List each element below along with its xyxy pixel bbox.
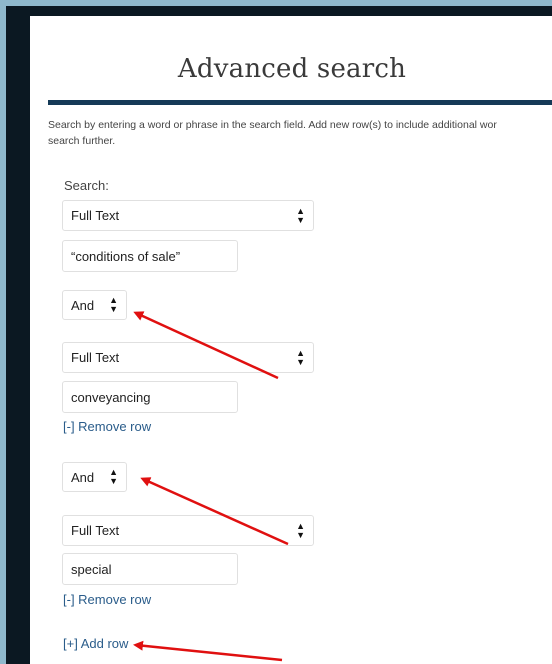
search-term-value: special	[71, 561, 112, 577]
add-row-link[interactable]: [+] Add row	[63, 636, 128, 651]
screenshot-frame: Advanced search Search by entering a wor…	[6, 6, 552, 664]
operator-select-value: And	[71, 469, 95, 485]
remove-row-link-row-3[interactable]: [-] Remove row	[63, 592, 151, 607]
search-term-value: “conditions of sale”	[71, 248, 181, 264]
field-select-row-3[interactable]: Full Text ▲ ▼	[62, 515, 314, 546]
up-down-caret-icon: ▲ ▼	[296, 205, 305, 225]
instructions-line-1: Search by entering a word or phrase in t…	[48, 119, 497, 131]
search-term-input-row-2[interactable]: conveyancing	[62, 381, 238, 413]
instructions-line-2: search further.	[48, 135, 116, 147]
remove-row-link-row-2[interactable]: [-] Remove row	[63, 419, 151, 434]
operator-select-row-2[interactable]: And ▲ ▼	[62, 290, 127, 320]
search-instructions: Search by entering a word or phrase in t…	[48, 117, 552, 149]
up-down-caret-icon: ▲ ▼	[296, 520, 305, 540]
field-select-row-1[interactable]: Full Text ▲ ▼	[62, 200, 314, 231]
up-down-caret-icon: ▲ ▼	[109, 467, 118, 486]
field-select-value: Full Text	[71, 350, 120, 365]
page-title: Advanced search	[177, 54, 407, 84]
operator-select-value: And	[71, 297, 95, 313]
advanced-search-page: Advanced search Search by entering a wor…	[30, 16, 552, 664]
search-term-value: conveyancing	[71, 389, 151, 405]
search-term-input-row-3[interactable]: special	[62, 553, 238, 585]
field-select-value: Full Text	[71, 208, 120, 223]
field-select-value: Full Text	[71, 523, 120, 538]
search-label: Search:	[64, 178, 109, 193]
up-down-caret-icon: ▲ ▼	[296, 347, 305, 367]
field-select-row-2[interactable]: Full Text ▲ ▼	[62, 342, 314, 373]
search-term-input-row-1[interactable]: “conditions of sale”	[62, 240, 238, 272]
up-down-caret-icon: ▲ ▼	[109, 295, 118, 314]
operator-select-row-3[interactable]: And ▲ ▼	[62, 462, 127, 492]
title-divider	[48, 100, 552, 105]
